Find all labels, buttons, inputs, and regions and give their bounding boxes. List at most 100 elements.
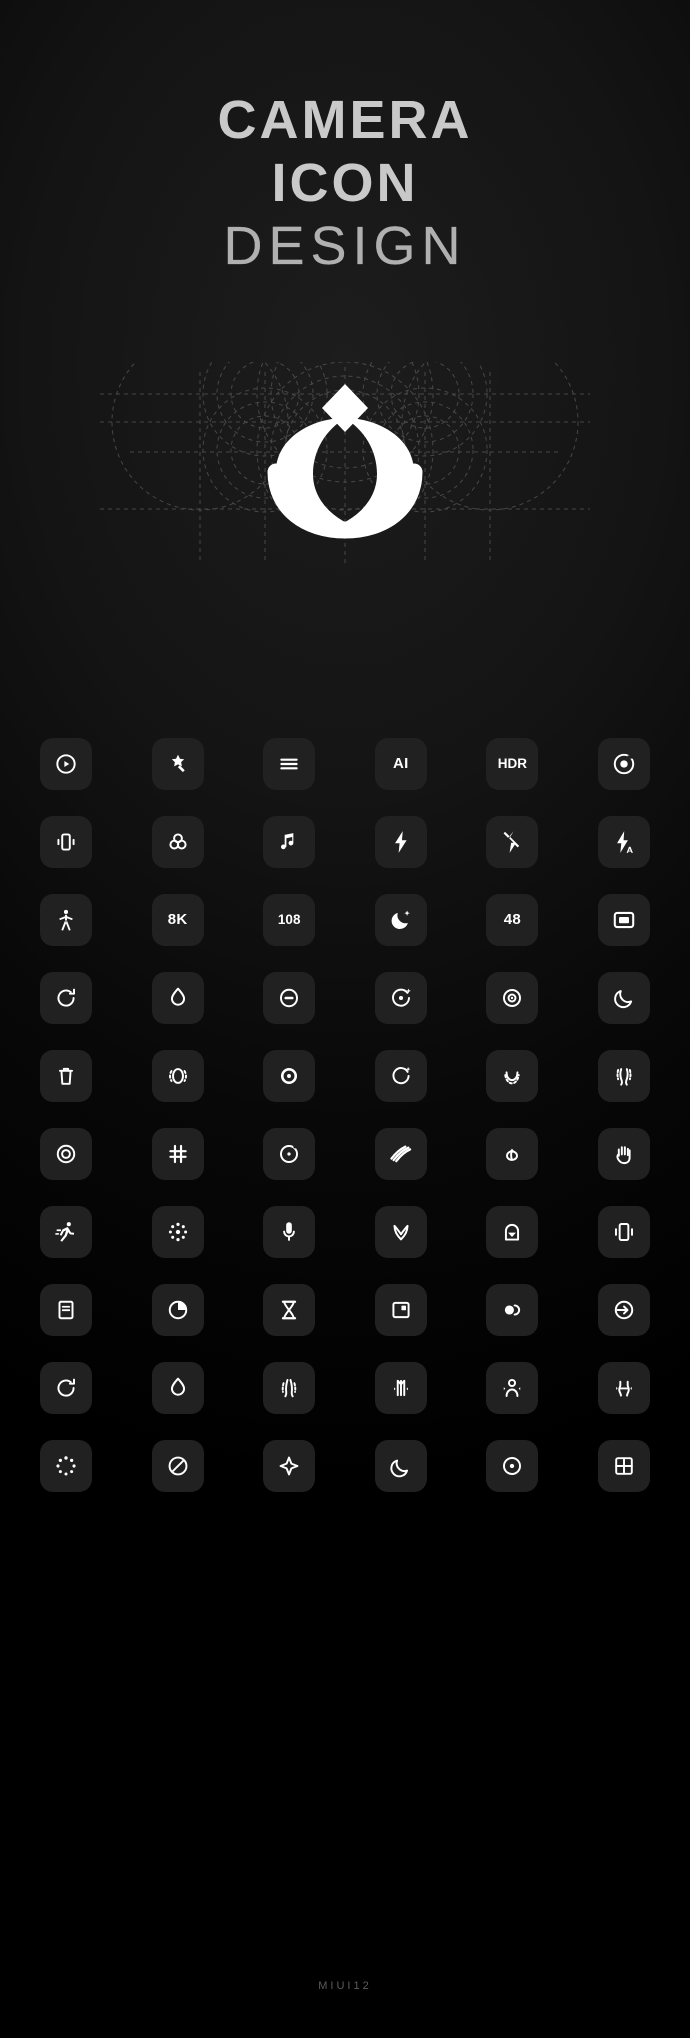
- icon-tile[interactable]: [263, 1127, 316, 1180]
- icon-tile[interactable]: [151, 1439, 204, 1492]
- icon-tile[interactable]: [486, 1205, 539, 1258]
- flash-auto-icon: [611, 829, 637, 855]
- icon-tile[interactable]: [40, 1439, 92, 1492]
- icon-tile[interactable]: [40, 1127, 92, 1180]
- icon-tile[interactable]: [40, 971, 92, 1024]
- icon-tile[interactable]: [263, 1361, 316, 1414]
- icon-tile[interactable]: [597, 737, 650, 790]
- loading-dots-icon: [53, 1453, 79, 1479]
- icon-tile[interactable]: [374, 1127, 427, 1180]
- title-line-design: DESIGN: [223, 216, 467, 277]
- shutter-play-icon: [53, 751, 79, 777]
- logo-construction-diagram: [0, 361, 690, 662]
- icon-tile[interactable]: [40, 1283, 92, 1336]
- page-title: CAMERA ICON DESIGN: [0, 0, 690, 276]
- icon-tile[interactable]: [374, 971, 427, 1024]
- icon-tile[interactable]: 108: [263, 893, 316, 946]
- aperture-dot-icon: [499, 1453, 525, 1479]
- icon-tile[interactable]: [151, 815, 204, 868]
- icon-tile[interactable]: 8K: [151, 893, 204, 946]
- smile-curve-icon: [499, 1063, 525, 1089]
- water-drop-icon: [165, 985, 191, 1011]
- running-person-icon: [53, 1219, 79, 1245]
- picture-in-picture-icon: [388, 1297, 414, 1323]
- icon-tile[interactable]: [151, 1205, 204, 1258]
- icon-tile[interactable]: [263, 1205, 316, 1258]
- hand-palm-icon: [611, 1141, 637, 1167]
- icon-tile[interactable]: [597, 971, 650, 1024]
- icon-tile[interactable]: [374, 1283, 427, 1336]
- icon-tile[interactable]: [40, 1361, 92, 1414]
- exposure-arrow-icon: [611, 1297, 637, 1323]
- icon-tile[interactable]: [374, 1439, 427, 1492]
- legs-slim-icon: [276, 1375, 302, 1401]
- icon-tile[interactable]: [486, 971, 539, 1024]
- icon-tile[interactable]: [486, 1361, 539, 1414]
- icon-tile[interactable]: [151, 737, 204, 790]
- icon-tile[interactable]: AI: [374, 737, 427, 790]
- footer-brand: MIUI12: [318, 1980, 372, 1992]
- flash-on-icon: [388, 829, 414, 855]
- aperture-sparkle-icon: [388, 985, 414, 1011]
- icon-tile[interactable]: [40, 737, 92, 790]
- icon-grid-section: AI HDR 8K 108 48: [0, 737, 690, 1492]
- icon-tile[interactable]: [263, 737, 316, 790]
- tulip-flower-icon: [499, 1141, 525, 1167]
- hip-slim-icon: [611, 1375, 637, 1401]
- icon-tile[interactable]: [40, 893, 92, 946]
- title-line-icon: ICON: [271, 153, 419, 214]
- icon-tile[interactable]: [151, 1361, 204, 1414]
- icon-tile[interactable]: [374, 1049, 427, 1102]
- icon-tile[interactable]: HDR: [486, 737, 539, 790]
- focus-ring-icon: [499, 985, 525, 1011]
- motion-lines-icon: [388, 1141, 414, 1167]
- icon-tile[interactable]: [40, 815, 92, 868]
- night-mode-icon: [388, 907, 414, 933]
- icon-tile[interactable]: [597, 1205, 650, 1258]
- icon-tile[interactable]: [40, 1049, 92, 1102]
- icon-tile[interactable]: [486, 1439, 539, 1492]
- icon-tile[interactable]: [263, 815, 316, 868]
- icon-tile[interactable]: [263, 971, 316, 1024]
- beauty-heart-icon: [388, 1219, 414, 1245]
- body-stretch-icon: [388, 1375, 414, 1401]
- icon-tile[interactable]: [486, 1127, 539, 1180]
- icon-tile[interactable]: [597, 1439, 650, 1492]
- icon-tile[interactable]: [486, 815, 539, 868]
- icon-tile[interactable]: [151, 971, 204, 1024]
- icon-tile[interactable]: [597, 1049, 650, 1102]
- icon-tile[interactable]: [597, 893, 650, 946]
- icon-tile[interactable]: [151, 1283, 204, 1336]
- icon-tile[interactable]: [263, 1283, 316, 1336]
- sparkle-star-icon: [276, 1453, 302, 1479]
- icon-tile[interactable]: [486, 1049, 539, 1102]
- grid-hash-icon: [165, 1141, 191, 1167]
- moon-phase-icon: [388, 1453, 414, 1479]
- sparkle-dots-icon: [165, 1219, 191, 1245]
- icon-tile[interactable]: [597, 1283, 650, 1336]
- document-scan-icon: [53, 1297, 79, 1323]
- icon-tile[interactable]: [374, 1361, 427, 1414]
- icon-tile[interactable]: [374, 1205, 427, 1258]
- icon-tile[interactable]: [374, 893, 427, 946]
- icon-tile[interactable]: 48: [486, 893, 539, 946]
- trash-delete-icon: [53, 1063, 79, 1089]
- icon-tile[interactable]: [486, 1283, 539, 1336]
- center-dot-icon: [276, 1141, 302, 1167]
- resolution-108-icon: 108: [277, 911, 301, 927]
- icon-tile[interactable]: [40, 1205, 92, 1258]
- dual-circle-icon: [499, 1297, 525, 1323]
- icon-tile[interactable]: [597, 1361, 650, 1414]
- icon-tile[interactable]: [597, 1127, 650, 1180]
- color-filters-icon: [165, 829, 191, 855]
- grid-four-icon: [611, 1453, 637, 1479]
- icon-tile[interactable]: [151, 1127, 204, 1180]
- icon-tile[interactable]: [597, 815, 650, 868]
- arch-badge-icon: [499, 1219, 525, 1245]
- icon-tile[interactable]: [151, 1049, 204, 1102]
- icon-tile[interactable]: [374, 815, 427, 868]
- icon-tile[interactable]: [263, 1049, 316, 1102]
- vibrate-phone-icon: [53, 829, 79, 855]
- lens-target-icon: [53, 1141, 79, 1167]
- icon-tile[interactable]: [263, 1439, 316, 1492]
